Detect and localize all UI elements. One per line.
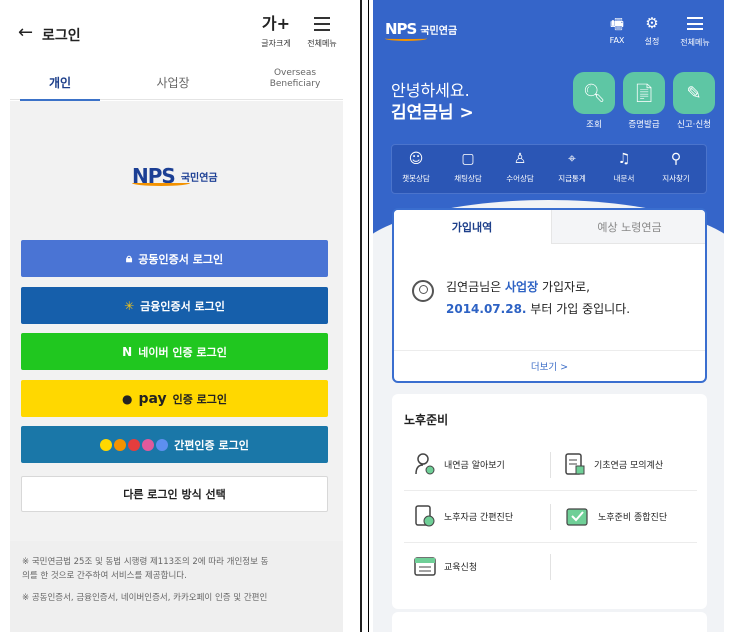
divider xyxy=(368,0,369,632)
gear-icon: ⚙ xyxy=(645,14,659,32)
education-link[interactable]: 교육신청 xyxy=(414,548,477,584)
bell-icon: ♫ xyxy=(617,151,631,167)
back-arrow-icon[interactable]: ← xyxy=(18,22,33,43)
section-title: 노후준비 xyxy=(404,413,449,427)
more-link[interactable]: 더보기 > xyxy=(394,350,705,381)
chat-menu[interactable]: ▢ 채팅상담 xyxy=(446,151,490,184)
other-login-button[interactable]: 다른 로그인 방식 선택 xyxy=(21,476,328,512)
document-icon: 📄︎ xyxy=(632,82,656,104)
chat-icon: ▢ xyxy=(461,151,475,167)
naver-login-button[interactable]: N 네이버 인증 로그인 xyxy=(21,333,328,370)
edit-icon: ✎ xyxy=(686,82,702,104)
logo-swoosh xyxy=(132,180,190,186)
retirement-card: 노후준비 내연금 알아보기 기초연금 모의계산 노후자금 간편진단 노후준비 종… xyxy=(392,394,707,609)
cert-login-button[interactable]: 🔒︎ 공동인증서 로그인 xyxy=(21,240,328,277)
retirement-fund-check-link[interactable]: 노후자금 간편진단 xyxy=(414,498,513,534)
membership-message: 김연금님은 사업장 가입자로, 2014.07.28. 부터 가입 중입니다. xyxy=(446,280,631,316)
divider xyxy=(360,0,362,632)
provider-icon xyxy=(156,438,169,451)
naver-n-icon: N xyxy=(122,344,133,359)
greeting: 안녕하세요. 김연금님 > xyxy=(391,81,474,124)
nps-logo[interactable]: NPS 국민연금 xyxy=(385,20,457,41)
financial-cert-login-button[interactable]: ✳ 금융인증서 로그인 xyxy=(21,287,328,324)
service-menu-bar: ☺ 챗봇상담 ▢ 채팅상담 ♙ 수어상담 ⌖ 지급통계 ♫ 내문서 ⚲ 지사찾기 xyxy=(391,144,707,194)
tab-personal[interactable]: 개인 xyxy=(20,66,100,101)
calculator-doc-icon xyxy=(565,453,585,475)
tab-business[interactable]: 사업장 xyxy=(128,66,218,100)
fax-icon: 🖷︎ xyxy=(609,15,625,33)
login-header: ← 로그인 가+ 글자크게 전체메뉴 xyxy=(10,0,343,66)
provider-icon xyxy=(128,438,141,451)
basic-pension-calc-link[interactable]: 기초연금 모의계산 xyxy=(564,446,663,482)
login-screen: ← 로그인 가+ 글자크게 전체메뉴 개인 사업장 Overseas Benef… xyxy=(10,0,343,632)
statistics-menu[interactable]: ⌖ 지급통계 xyxy=(550,151,594,184)
provider-icon xyxy=(142,438,155,451)
home-screen: NPS 국민연금 🖷︎ FAX ⚙ 설정 전체메뉴 안녕하세요. 김연금님 > … xyxy=(373,0,724,632)
inquiry-button[interactable]: 🔍︎ xyxy=(573,72,615,114)
tab-expected-pension[interactable]: 예상 노령연금 xyxy=(551,210,705,244)
nps-logo: NPS 국민연금 xyxy=(132,164,218,188)
sign-language-menu[interactable]: ♙ 수어상담 xyxy=(498,151,542,184)
next-card xyxy=(392,612,707,632)
lock-icon: 🔒︎ xyxy=(125,251,133,265)
people-icon: ♙ xyxy=(513,151,527,167)
provider-icon xyxy=(114,438,127,451)
my-pension-link[interactable]: 내연금 알아보기 xyxy=(414,446,505,482)
retirement-full-check-link[interactable]: 노후준비 종합진단 xyxy=(564,498,667,534)
simple-auth-login-button[interactable]: 간편인증 로그인 xyxy=(21,426,328,463)
fax-button[interactable]: 🖷︎ FAX xyxy=(597,14,637,45)
certificate-button[interactable]: 📄︎ xyxy=(623,72,665,114)
search-icon: 🔍︎ xyxy=(582,82,606,104)
chatbot-icon: ☺ xyxy=(408,151,424,167)
checkbox-icon xyxy=(566,508,588,526)
speech-bubble-icon: ● xyxy=(121,391,133,406)
location-pin-icon: ⌖ xyxy=(568,151,576,167)
hamburger-icon xyxy=(314,17,330,31)
settings-button[interactable]: ⚙ 설정 xyxy=(632,14,672,47)
chatbot-menu[interactable]: ☺ 챗봇상담 xyxy=(394,151,438,184)
user-name-link[interactable]: 김연금님 > xyxy=(391,102,474,124)
hamburger-icon xyxy=(687,17,703,30)
tab-membership[interactable]: 가입내역 xyxy=(394,210,550,244)
person-search-icon xyxy=(415,453,435,475)
menu-button[interactable]: 전체메뉴 xyxy=(302,14,342,49)
search-icon: ⚲ xyxy=(670,151,682,167)
my-documents-menu[interactable]: ♫ 내문서 xyxy=(602,151,646,184)
menu-button[interactable]: 전체메뉴 xyxy=(670,14,720,48)
font-size-button[interactable]: 가+ 글자크게 xyxy=(256,14,296,49)
provider-icons xyxy=(100,438,169,451)
branch-finder-menu[interactable]: ⚲ 지사찾기 xyxy=(654,151,698,184)
document-check-icon xyxy=(415,505,435,527)
page-title: 로그인 xyxy=(42,28,81,44)
calendar-icon xyxy=(414,557,436,576)
notice-text: ※ 국민연금법 25조 및 동법 시행령 제113조의 2에 따라 개인정보 동… xyxy=(10,541,343,632)
tab-overseas[interactable]: Overseas Beneficiary xyxy=(250,66,340,100)
login-tabs: 개인 사업장 Overseas Beneficiary xyxy=(10,66,343,101)
kakao-icon xyxy=(100,438,113,451)
report-button[interactable]: ✎ xyxy=(673,72,715,114)
kakao-login-button[interactable]: ● pay 인증 로그인 xyxy=(21,380,328,417)
font-size-icon: 가+ xyxy=(261,14,291,33)
membership-card: 가입내역 예상 노령연금 김연금님은 사업장 가입자로, 2014.07.28.… xyxy=(392,208,707,383)
asterisk-icon: ✳ xyxy=(124,298,135,313)
logo-swoosh xyxy=(385,36,427,41)
person-icon xyxy=(412,280,434,302)
